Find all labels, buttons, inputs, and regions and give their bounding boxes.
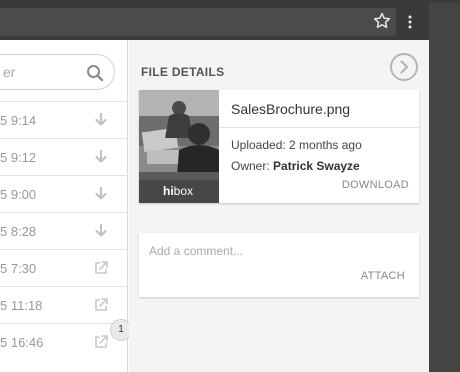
list-item[interactable]: 5 9:14: [0, 101, 128, 138]
list-item-time: 5 7:30: [0, 261, 37, 276]
list-item-time: 5 9:14: [0, 113, 37, 128]
list-item-time: 5 8:28: [0, 224, 37, 239]
address-bar[interactable]: [0, 8, 396, 36]
list-item[interactable]: 5 11:18: [0, 286, 128, 323]
thumbnail-brand-logo: hibox: [163, 184, 194, 198]
star-icon[interactable]: [372, 11, 392, 31]
owner-info: Owner: Patrick Swayze: [231, 159, 360, 173]
download-icon[interactable]: [92, 185, 110, 203]
external-link-icon[interactable]: [92, 259, 110, 277]
attach-button[interactable]: ATTACH: [361, 270, 405, 282]
list-item-time: 5 11:18: [0, 298, 43, 313]
list-item-time: 5 9:00: [0, 187, 37, 202]
file-details-title: FILE DETAILS: [141, 65, 225, 79]
comment-box: Add a comment... ATTACH: [139, 233, 419, 297]
file-name: SalesBrochure.png: [231, 101, 351, 117]
chevron-right-circle-icon[interactable]: [389, 52, 419, 82]
list-item-time: 5 9:12: [0, 150, 37, 165]
uploaded-info: Uploaded: 2 months ago: [231, 138, 362, 152]
owner-name: Patrick Swayze: [273, 159, 360, 173]
external-link-icon[interactable]: [92, 296, 110, 314]
list-item[interactable]: 5 9:12: [0, 138, 128, 175]
search-input[interactable]: er: [0, 54, 115, 90]
browser-side-frame: [429, 3, 460, 372]
download-icon[interactable]: [92, 111, 110, 129]
file-list-pane: er 5 9:14 5 9:12 5 9:00 5 8:28 5 7:30 5 11:18…: [0, 40, 128, 372]
search-placeholder: er: [3, 64, 16, 80]
download-button[interactable]: DOWNLOAD: [342, 179, 409, 191]
list-item[interactable]: 5 16:46: [0, 323, 128, 360]
search-icon[interactable]: [85, 63, 105, 83]
list-item[interactable]: 5 8:28: [0, 212, 128, 249]
download-icon[interactable]: [92, 148, 110, 166]
list-item-time: 5 16:46: [0, 335, 44, 350]
file-details-pane: FILE DETAILS hibox SalesBrochure.png Upl…: [129, 40, 429, 372]
comment-input[interactable]: Add a comment...: [149, 244, 243, 258]
list-item[interactable]: 5 9:00: [0, 175, 128, 212]
list-item[interactable]: 5 7:30: [0, 249, 128, 286]
file-card: hibox SalesBrochure.png Uploaded: 2 mont…: [139, 90, 419, 203]
card-divider: [219, 127, 419, 128]
file-thumbnail[interactable]: hibox: [139, 90, 219, 203]
kebab-menu-icon[interactable]: [402, 14, 418, 30]
browser-toolbar: [0, 3, 460, 40]
external-link-icon[interactable]: [92, 333, 110, 351]
download-icon[interactable]: [92, 222, 110, 240]
